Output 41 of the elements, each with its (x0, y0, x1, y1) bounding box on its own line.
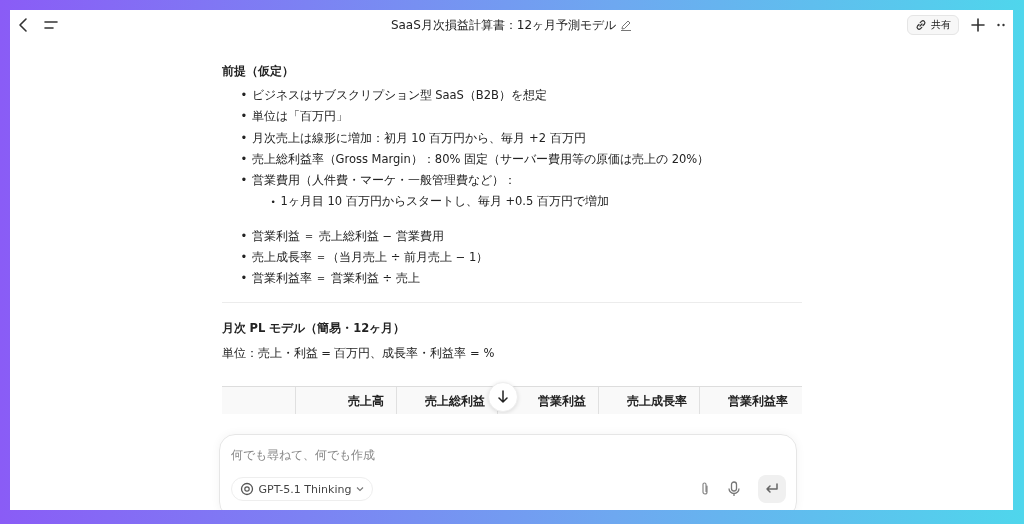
bullet-marker: • (240, 270, 249, 288)
composer-placeholder: 何でも尋ねて、何でも作成 (230, 447, 376, 464)
bullet-text: 営業費用（人件費・マーケ・一般管理費など）： (251, 173, 516, 188)
section-heading: 月次 PL モデル（簡易・12ヶ月） (221, 319, 407, 337)
window-title: SaaS月次損益計算書：12ヶ月予測モデル (390, 16, 617, 34)
share-button[interactable]: 共有 (907, 15, 959, 35)
bullet-text: 1ヶ月目 10 百万円からスタートし、毎月 +0.5 百万円で増加 (280, 194, 609, 209)
bullet-marker: • (240, 87, 249, 104)
bullet-marker: • (270, 196, 277, 210)
bullet-marker: • (240, 227, 249, 245)
column-header: 営業利益率 (698, 386, 800, 414)
section-heading: 前提（仮定） (221, 63, 295, 80)
menu-icon[interactable] (44, 20, 58, 30)
link-icon (915, 19, 927, 31)
send-button[interactable] (757, 475, 786, 503)
unit-note: 単位：売上・利益 = 百万円、成長率・利益率 = % (221, 344, 496, 362)
model-icon (239, 482, 254, 496)
return-arrow-icon (764, 483, 779, 495)
bullet-text: 営業利益率 ＝ 営業利益 ÷ 売上 (251, 271, 420, 286)
bullet-marker: • (240, 150, 249, 168)
bullet-text: 売上総利益率（Gross Margin）：80% 固定（サーバー費用等の原価は売上の 20%） (251, 151, 710, 166)
column-header: 売上成長率 (597, 386, 699, 414)
pencil-icon[interactable] (620, 19, 633, 31)
bullet-marker: • (240, 129, 249, 147)
microphone-icon[interactable] (727, 481, 740, 497)
bullet-marker: • (240, 249, 249, 267)
chevron-down-icon (356, 486, 365, 492)
bullet-text: 営業利益 ＝ 売上総利益 − 営業費用 (251, 228, 444, 243)
bullet-text: 売上成長率 ＝（当月売上 ÷ 前月売上 − 1） (251, 250, 489, 265)
column-header: 売上高 (294, 386, 396, 414)
bullet-marker: • (240, 108, 249, 126)
bullet-marker: • (240, 172, 249, 190)
model-selector[interactable]: GPT-5.1 Thinking (230, 477, 374, 501)
bullet-text: 月次売上は線形に増加：初月 10 百万円から、毎月 +2 百万円 (251, 130, 586, 145)
arrow-down-icon (497, 390, 508, 404)
plus-icon[interactable] (971, 18, 985, 32)
bullet-text: 単位は「百万円」 (251, 109, 348, 124)
bullet-text: ビジネスはサブスクリプション型 SaaS（B2B）を想定 (251, 88, 547, 102)
attach-icon[interactable] (699, 481, 710, 497)
back-icon[interactable] (18, 17, 28, 33)
more-icon[interactable] (997, 23, 1005, 27)
